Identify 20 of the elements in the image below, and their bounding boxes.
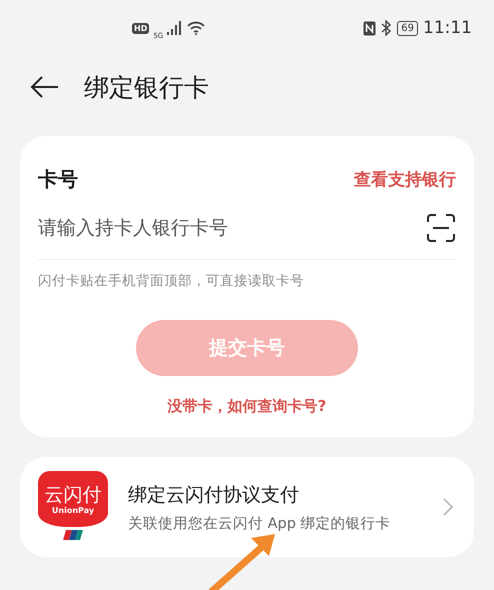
item-title: 绑定云闪付协议支付 xyxy=(128,482,300,508)
card-number-label: 卡号 xyxy=(38,166,78,193)
battery-icon: 69 xyxy=(397,20,418,36)
scan-icon[interactable] xyxy=(426,213,456,243)
chevron-right-icon xyxy=(442,497,454,517)
unionpay-item[interactable]: 云闪付 UnionPay 绑定云闪付协议支付 关联使用您在云闪付 App 绑定的银行卡 xyxy=(20,457,474,557)
unionpay-logo: 云闪付 UnionPay xyxy=(38,471,108,543)
item-subtitle: 关联使用您在云闪付 App 绑定的银行卡 xyxy=(128,514,392,532)
help-link[interactable]: 没带卡，如何查询卡号? xyxy=(162,396,332,417)
signal-icon xyxy=(167,21,184,35)
supported-banks-link[interactable]: 查看支持银行 xyxy=(354,168,456,191)
wifi-icon xyxy=(187,21,206,35)
bluetooth-icon xyxy=(381,20,392,36)
clock-time: 11:11 xyxy=(423,18,472,38)
nfc-icon xyxy=(363,20,376,36)
back-arrow-icon[interactable] xyxy=(30,75,60,99)
card-number-field[interactable]: 请输入持卡人银行卡号 xyxy=(38,217,426,239)
hd-icon: HD xyxy=(132,22,150,34)
hint-text: 闪付卡贴在手机背面顶部，可直接读取卡号 xyxy=(38,272,305,290)
page-title: 绑定银行卡 xyxy=(84,72,209,104)
